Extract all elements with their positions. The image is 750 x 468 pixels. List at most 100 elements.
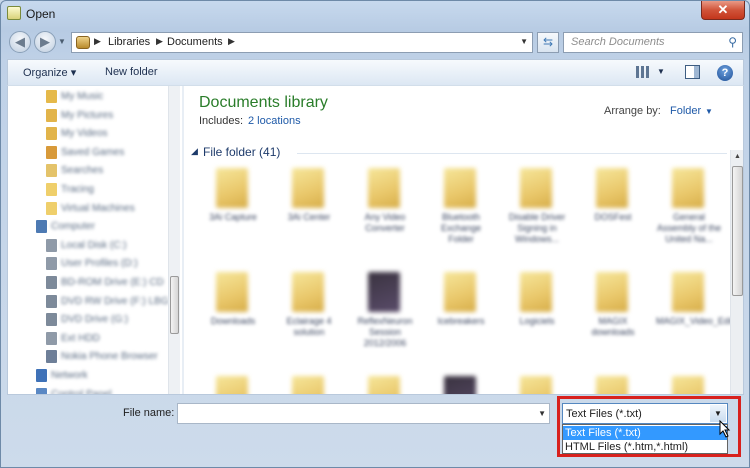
new-folder-button[interactable]: New folder bbox=[105, 66, 158, 78]
locations-link[interactable]: 2 locations bbox=[248, 115, 301, 127]
nav-item[interactable]: DVD Drive (G:) bbox=[46, 311, 182, 329]
folder-name: 3Ai Capture bbox=[209, 212, 257, 222]
nav-item[interactable]: BD-ROM Drive (E:) CD bbox=[46, 274, 182, 292]
folder-item[interactable]: General Assembly of the United Na... bbox=[654, 168, 724, 278]
folder-item[interactable] bbox=[502, 376, 572, 394]
folder-item[interactable]: DOSFest bbox=[578, 168, 648, 278]
back-button[interactable]: ◀ bbox=[9, 31, 31, 53]
breadcrumb-separator[interactable]: ▶ bbox=[156, 36, 163, 47]
pane-splitter[interactable] bbox=[182, 86, 184, 394]
nav-item[interactable]: DVD RW Drive (F:) LBG bbox=[46, 293, 182, 311]
nav-item-label: Ext HDD bbox=[61, 332, 100, 344]
file-type-option[interactable]: Text Files (*.txt) bbox=[563, 426, 727, 440]
nav-pane-scroll-thumb[interactable] bbox=[170, 276, 179, 334]
nav-item[interactable]: My Pictures bbox=[46, 107, 182, 125]
group-label: File folder (41) bbox=[203, 145, 281, 159]
preview-pane-icon[interactable] bbox=[685, 65, 700, 79]
nav-item-label: Computer bbox=[51, 221, 95, 233]
nav-item-label: My Music bbox=[61, 91, 104, 102]
folder-icon bbox=[444, 376, 476, 394]
file-name-input[interactable]: ▼ bbox=[177, 403, 550, 424]
nav-item[interactable]: Network bbox=[36, 367, 182, 385]
folder-item[interactable] bbox=[274, 376, 344, 394]
file-type-select[interactable]: Text Files (*.txt) ▼ bbox=[562, 403, 728, 424]
folder-item[interactable]: Eclairage 4 solution bbox=[274, 272, 344, 382]
folder-icon bbox=[46, 183, 57, 196]
nav-item[interactable]: My Videos bbox=[46, 125, 182, 143]
breadcrumb-libraries[interactable]: Libraries bbox=[108, 36, 150, 48]
content-scrollbar[interactable]: ▲ bbox=[730, 150, 743, 394]
nav-item[interactable]: Computer bbox=[36, 218, 182, 236]
search-box[interactable]: Search Documents ⚲ bbox=[563, 32, 743, 53]
close-button[interactable]: ✕ bbox=[701, 1, 745, 20]
nav-item[interactable]: Virtual Machines bbox=[46, 200, 182, 218]
nav-item-label: Control Panel bbox=[51, 389, 112, 394]
folder-item[interactable] bbox=[426, 376, 496, 394]
folder-item[interactable] bbox=[654, 376, 724, 394]
address-dropdown-icon[interactable]: ▼ bbox=[520, 37, 528, 46]
libraries-icon bbox=[76, 36, 90, 49]
folder-icon bbox=[672, 168, 704, 208]
searches-icon bbox=[46, 164, 57, 178]
arrange-by-dropdown[interactable]: Folder bbox=[670, 105, 701, 117]
nav-item[interactable]: Saved Games bbox=[46, 144, 182, 162]
folder-item[interactable]: 3Ai Capture bbox=[198, 168, 268, 278]
recent-pages-dropdown[interactable]: ▼ bbox=[58, 37, 66, 46]
folder-name: General Assembly of the United Na... bbox=[656, 212, 722, 244]
folder-item[interactable]: Logiciels bbox=[502, 272, 572, 382]
change-view-icon[interactable] bbox=[636, 66, 650, 78]
folder-item[interactable]: Any Video Converter bbox=[350, 168, 420, 278]
address-bar[interactable]: ▶ Libraries ▶ Documents ▶ ▼ bbox=[71, 32, 533, 53]
folder-icon bbox=[596, 168, 628, 208]
folder-icon bbox=[216, 168, 248, 208]
folder-item[interactable]: Icebreakers bbox=[426, 272, 496, 382]
folder-item[interactable]: Bluetooth Exchange Folder bbox=[426, 168, 496, 278]
folder-item[interactable]: MAGIX_Video_Edit_Pro_2_shot bbox=[654, 272, 743, 382]
refresh-button[interactable]: ⇆ bbox=[537, 32, 559, 53]
folder-name: Bluetooth Exchange Folder bbox=[440, 212, 482, 244]
nav-item[interactable]: Ext HDD bbox=[46, 330, 182, 348]
nav-item[interactable]: User Profiles (D:) bbox=[46, 255, 182, 273]
disk-icon bbox=[46, 238, 57, 252]
breadcrumb-separator[interactable]: ▶ bbox=[94, 36, 101, 47]
group-header[interactable]: ◢ File folder (41) bbox=[191, 145, 727, 163]
forward-button[interactable]: ▶ bbox=[34, 31, 56, 53]
nav-item[interactable]: My Music bbox=[46, 88, 182, 106]
disk-icon bbox=[46, 331, 57, 345]
folder-icon bbox=[672, 272, 704, 312]
folder-item[interactable]: 3Ai Center bbox=[274, 168, 344, 278]
search-icon[interactable]: ⚲ bbox=[728, 35, 737, 49]
folder-item[interactable]: MAGIX downloads bbox=[578, 272, 648, 382]
nav-item-label: Virtual Machines bbox=[61, 202, 135, 214]
folder-icon bbox=[520, 272, 552, 312]
content-scroll-thumb[interactable] bbox=[732, 166, 743, 296]
organize-button[interactable]: Organize ▾ bbox=[23, 66, 76, 79]
nav-item[interactable]: Nokia Phone Browser bbox=[46, 348, 182, 366]
file-name-dropdown-icon[interactable]: ▼ bbox=[538, 409, 546, 418]
folder-name: MAGIX downloads bbox=[591, 316, 635, 337]
collapse-icon[interactable]: ◢ bbox=[191, 146, 198, 157]
arrange-dropdown-icon[interactable]: ▼ bbox=[705, 107, 713, 116]
nav-item[interactable]: Control Panel bbox=[36, 386, 182, 394]
search-input[interactable]: Search Documents bbox=[571, 36, 665, 48]
folder-item[interactable] bbox=[198, 376, 268, 394]
folder-item[interactable]: Downloads bbox=[198, 272, 268, 382]
help-icon[interactable]: ? bbox=[717, 65, 733, 81]
nav-pane-scrollbar[interactable] bbox=[168, 86, 180, 394]
folder-item[interactable] bbox=[578, 376, 648, 394]
view-options-dropdown[interactable]: ▼ bbox=[657, 67, 665, 76]
pictures-library-icon bbox=[46, 108, 57, 122]
nav-item[interactable]: Local Disk (C:) bbox=[46, 237, 182, 255]
breadcrumb-separator[interactable]: ▶ bbox=[228, 36, 235, 47]
folder-item[interactable]: Disable Driver Signing in Windows... bbox=[502, 168, 572, 278]
folder-item[interactable] bbox=[350, 376, 420, 394]
nav-item-label: Tracing bbox=[61, 184, 94, 195]
breadcrumb-documents[interactable]: Documents bbox=[167, 36, 223, 48]
folder-item[interactable]: ReflexNeuron Session 2012/2006 bbox=[350, 272, 420, 382]
scroll-up-icon[interactable]: ▲ bbox=[731, 150, 743, 164]
file-type-option[interactable]: HTML Files (*.htm,*.html) bbox=[563, 440, 727, 454]
dialog-footer: File name: ▼ Text Files (*.txt) ▼ Text F… bbox=[1, 396, 749, 468]
nav-item[interactable]: Tracing bbox=[46, 181, 182, 199]
nav-item[interactable]: Searches bbox=[46, 162, 182, 180]
folder-icon bbox=[216, 376, 248, 394]
